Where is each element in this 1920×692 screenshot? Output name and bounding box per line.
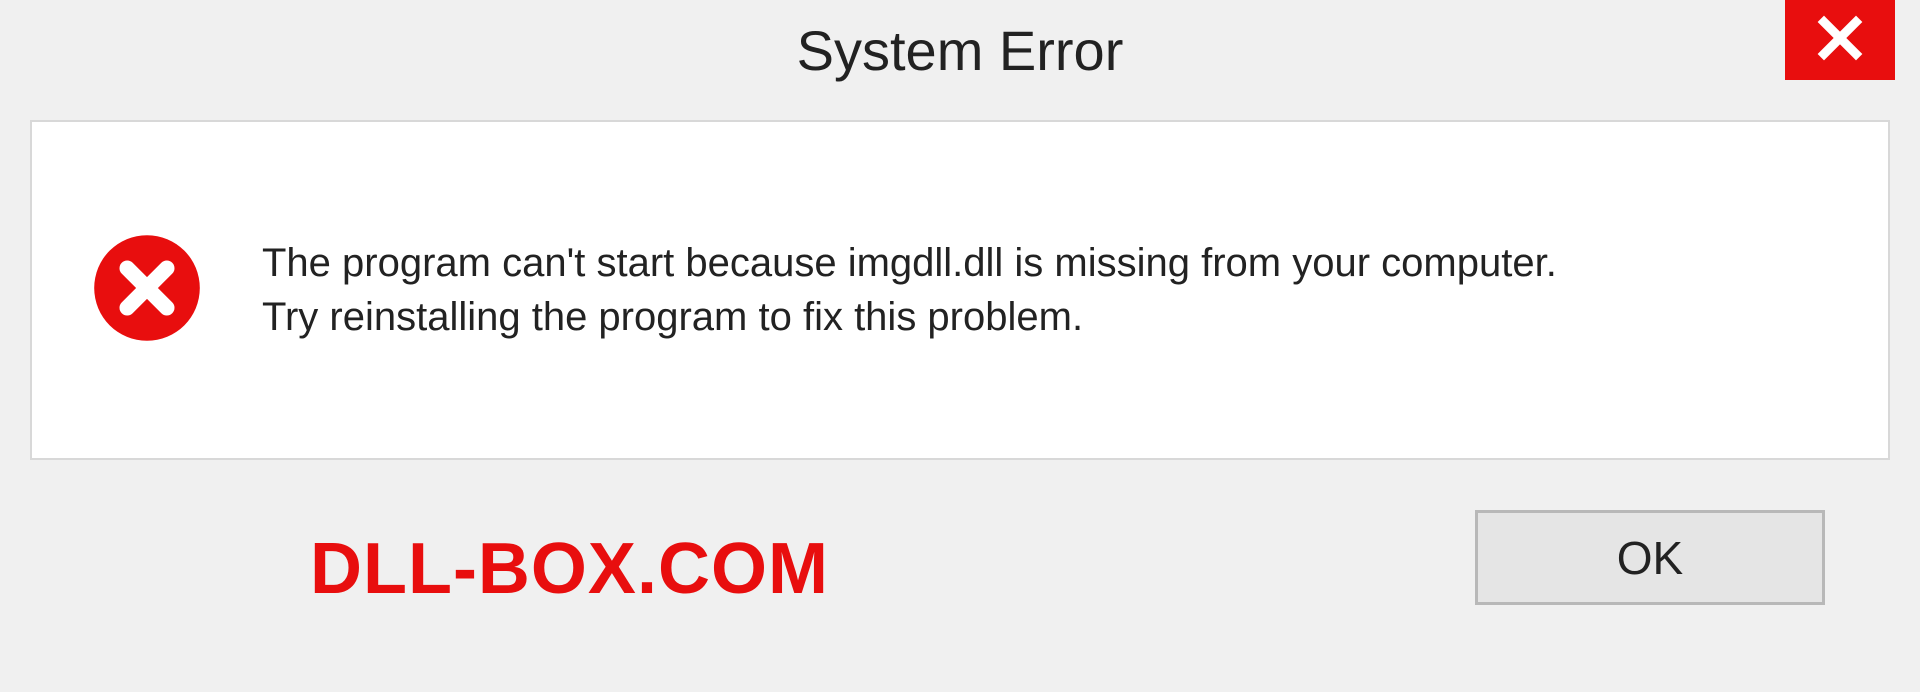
footer: DLL-BOX.COM OK (0, 460, 1920, 660)
close-button[interactable] (1785, 0, 1895, 80)
watermark-text: DLL-BOX.COM (310, 528, 829, 610)
error-message-line2: Try reinstalling the program to fix this… (262, 290, 1828, 344)
close-icon (1816, 14, 1864, 67)
error-message: The program can't start because imgdll.d… (262, 236, 1828, 344)
ok-button[interactable]: OK (1475, 510, 1825, 605)
error-message-line1: The program can't start because imgdll.d… (262, 236, 1828, 290)
error-icon (92, 233, 202, 348)
titlebar: System Error (0, 0, 1920, 100)
window-title: System Error (797, 18, 1124, 83)
content-panel: The program can't start because imgdll.d… (30, 120, 1890, 460)
